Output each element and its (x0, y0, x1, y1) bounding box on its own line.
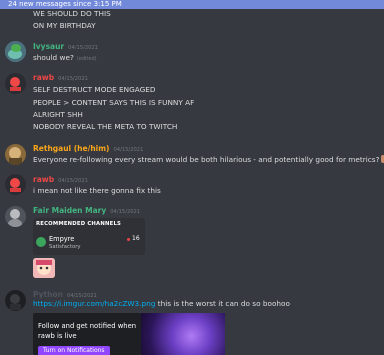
python-avatar-icon (5, 290, 26, 311)
message-text: should we? (edited) (33, 53, 97, 62)
avatar[interactable] (5, 174, 26, 195)
message-header: rawb 04/15/2021 (33, 73, 88, 84)
message-text: Everyone re-following every stream would… (33, 155, 384, 165)
fair-maiden-mary-avatar-icon (5, 206, 26, 227)
timestamp: 04/15/2021 (68, 45, 99, 51)
card-text: Follow and get notified when rawb is liv… (38, 322, 137, 340)
ivysaur-avatar-icon (5, 41, 26, 62)
message-header: Fair Maiden Mary 04/15/2021 (33, 206, 140, 217)
edited-label: (edited) (76, 56, 97, 62)
anime-face-sticker-icon (33, 258, 55, 278)
rawb-avatar-icon (5, 73, 26, 94)
new-messages-banner[interactable]: 24 new messages since 3:15 PM (0, 0, 384, 9)
message-line: WE SHOULD DO THIS (33, 9, 111, 18)
avatar[interactable] (5, 144, 26, 165)
channel-name[interactable]: Empyre (49, 235, 74, 243)
viewer-count: 16 (132, 235, 140, 242)
message-line: ALRIGHT SHH (33, 110, 83, 119)
timestamp: 04/15/2021 (58, 76, 88, 82)
embed-title: RECOMMENDED CHANNELS (36, 221, 122, 227)
sticker-image[interactable] (33, 258, 55, 278)
username[interactable]: Python (33, 290, 63, 299)
message-header: Rethgaul (he/him) 04/15/2021 (33, 144, 143, 155)
username[interactable]: Ivysaur (33, 42, 64, 51)
message-line: ON MY BIRTHDAY (33, 21, 96, 30)
avatar[interactable] (5, 206, 26, 227)
message-list: WE SHOULD DO THIS ON MY BIRTHDAY Ivysaur… (0, 0, 384, 355)
avatar[interactable] (5, 73, 26, 94)
recommended-channels-embed: RECOMMENDED CHANNELS Empyre Satisfactory… (33, 218, 145, 255)
rawb-avatar-icon (5, 174, 26, 195)
username[interactable]: Rethgaul (he/him) (33, 144, 109, 153)
username[interactable]: Fair Maiden Mary (33, 206, 106, 215)
timestamp: 04/15/2021 (110, 209, 141, 215)
galaxy-image (141, 313, 225, 355)
turn-on-notifications-button[interactable]: Turn on Notifications (38, 346, 110, 355)
avatar[interactable] (5, 290, 26, 311)
timestamp: 04/15/2021 (58, 178, 88, 184)
message-header: Ivysaur 04/15/2021 (33, 42, 98, 53)
timestamp: 04/15/2021 (113, 147, 144, 153)
message-line: PEOPLE > CONTENT SAYS THIS IS FUNNY AF (33, 98, 195, 107)
message-line: SELF DESTRUCT MODE ENGAGED (33, 85, 156, 94)
channel-game: Satisfactory (49, 244, 81, 250)
message-line: NOBODY REVEAL THE META TO TWITCH (33, 122, 178, 131)
message-text: https://i.imgur.com/ha2cZW3.png this is … (33, 299, 290, 308)
channel-avatar-icon[interactable] (36, 237, 46, 247)
message-link[interactable]: https://i.imgur.com/ha2cZW3.png (33, 299, 155, 308)
message-header: rawb 04/15/2021 (33, 175, 88, 186)
rethgaul-avatar-icon (5, 144, 26, 165)
message-text: i mean not like there gonna fix this (33, 186, 161, 195)
live-dot-icon (127, 238, 130, 241)
username[interactable]: rawb (33, 73, 54, 82)
avatar[interactable] (5, 41, 26, 62)
twitch-notification-card: Follow and get notified when rawb is liv… (33, 313, 141, 355)
username[interactable]: rawb (33, 175, 54, 184)
